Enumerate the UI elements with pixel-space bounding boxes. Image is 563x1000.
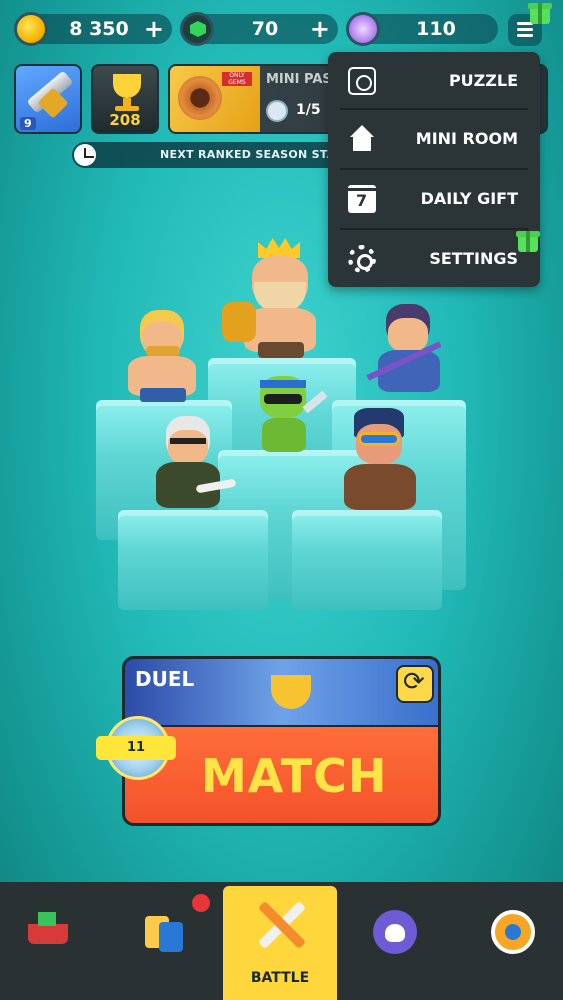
coins-counter[interactable]: 8 350 + (14, 12, 172, 46)
gift-icon (516, 231, 540, 252)
duel-title: DUEL (135, 667, 195, 691)
menu-item-label: DAILY GIFT (420, 189, 518, 208)
trophy-stem (123, 98, 131, 106)
bottom-nav: BATTLE (0, 882, 563, 1000)
nav-battle-label: BATTLE (250, 970, 310, 986)
player-level-card[interactable]: 9 (14, 64, 82, 134)
coins-value: 8 350 (69, 18, 129, 40)
barbarian-character[interactable] (110, 310, 210, 402)
season-banner: NEXT RANKED SEASON STARTS IN (72, 142, 378, 168)
crossed-swords-icon (257, 896, 301, 940)
pass-progress: 1/5 (266, 100, 336, 122)
clan-icon (373, 910, 417, 954)
nav-battle[interactable]: BATTLE (223, 886, 337, 1000)
add-coins-button[interactable]: + (144, 15, 164, 43)
platform (292, 510, 442, 610)
stopwatch-icon (491, 910, 535, 954)
belt (258, 342, 304, 358)
switch-mode-button[interactable] (396, 665, 434, 703)
trophy-icon (113, 74, 141, 98)
menu-item-daily-gift[interactable]: DAILY GIFT (328, 170, 540, 228)
char-body (344, 464, 416, 510)
stars-counter[interactable]: 110 (346, 12, 498, 46)
char-head (388, 318, 428, 352)
nav-events[interactable] (463, 882, 563, 1000)
menu-item-puzzle[interactable]: PUZZLE (328, 52, 540, 110)
coin-icon (14, 12, 48, 46)
match-label: MATCH (201, 749, 388, 803)
shorts (140, 388, 186, 402)
nav-shop[interactable] (0, 882, 100, 1000)
trophy-icon (271, 675, 311, 709)
gold-arm (222, 302, 256, 342)
stars-value: 110 (416, 18, 456, 40)
gems-counter[interactable]: 70 + (180, 12, 338, 46)
add-gems-button[interactable]: + (310, 15, 330, 43)
archer-character[interactable] (364, 304, 454, 400)
gems-value: 70 (251, 18, 279, 40)
platform (118, 510, 268, 610)
rank-badge: 11 (96, 716, 180, 780)
sunglasses (264, 394, 302, 404)
pass-progress-text: 1/5 (296, 102, 321, 118)
gear-icon (348, 245, 376, 273)
dagger-icon (302, 390, 328, 414)
hamburger-line (517, 28, 533, 31)
pass-token-icon (266, 100, 288, 122)
trophy-card[interactable]: 208 (91, 64, 159, 134)
char-head (168, 430, 208, 464)
level-number: 9 (20, 117, 36, 130)
currency-bar: 8 350 + 70 + 110 (14, 3, 554, 46)
puzzle-icon (348, 67, 376, 95)
crown-icon (258, 238, 300, 258)
star-token-icon (346, 12, 380, 46)
engineer-character[interactable] (330, 408, 430, 516)
moustache (146, 346, 180, 356)
main-menu-dropdown: PUZZLE MINI ROOM DAILY GIFT SETTINGS (328, 52, 540, 287)
menu-item-label: PUZZLE (448, 71, 518, 90)
trophy-count: 208 (109, 111, 141, 129)
hamburger-line (517, 34, 533, 37)
clock-icon (74, 144, 96, 166)
menu-item-settings[interactable]: SETTINGS (328, 230, 540, 288)
notification-badge (190, 892, 212, 914)
shop-cart-icon (28, 910, 72, 954)
headband (260, 380, 306, 388)
gem-icon (180, 12, 214, 46)
king-character[interactable] (222, 238, 342, 358)
house-icon (348, 125, 376, 153)
goblin-character[interactable] (244, 376, 330, 456)
menu-item-mini-room[interactable]: MINI ROOM (328, 110, 540, 168)
collection-icon (143, 910, 187, 954)
rank-number: 11 (96, 736, 176, 760)
menu-item-label: MINI ROOM (415, 129, 518, 148)
character-stage (0, 230, 563, 630)
pass-ring-icon (178, 76, 222, 120)
calendar-icon (348, 185, 376, 213)
gift-icon (528, 3, 552, 24)
veteran-character[interactable] (146, 416, 237, 516)
nav-clan[interactable] (345, 882, 445, 1000)
goggles-icon (358, 432, 400, 446)
pass-tag: ONLY GEMS (222, 72, 252, 86)
char-body (262, 418, 306, 452)
eyebrows (170, 438, 206, 444)
menu-item-label: SETTINGS (429, 249, 518, 268)
pass-art: ONLY GEMS (170, 66, 260, 132)
